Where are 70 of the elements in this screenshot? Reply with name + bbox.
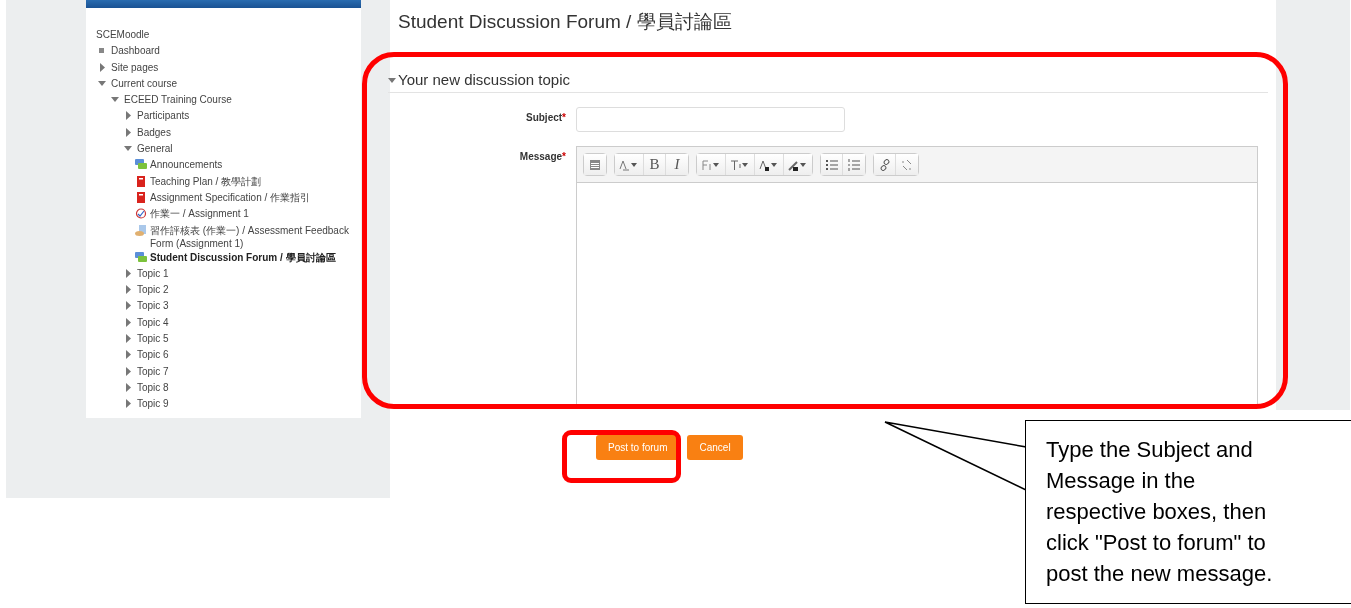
collapsed-caret-icon[interactable] [124,285,132,295]
nav-item[interactable]: Topic 1 [137,266,169,281]
collapsed-caret-icon[interactable] [124,127,132,137]
font-size-dropdown[interactable] [726,154,755,175]
nav-item[interactable]: Site pages [111,60,159,75]
nav-item[interactable]: Topic 5 [137,332,169,346]
assignment-icon [135,208,147,220]
nav-item[interactable]: Student Discussion Forum / 學員討論區 [150,250,336,265]
broken-link-icon [901,158,913,171]
message-editor[interactable]: B I [576,146,1258,406]
toolbar-toggle-button[interactable] [584,154,606,175]
link-icon [878,158,891,171]
collapsed-caret-icon[interactable] [124,350,132,360]
nav-item[interactable]: Topic 7 [137,364,169,379]
highlight-dropdown[interactable] [784,154,812,175]
nav-item[interactable]: Topic 3 [137,299,169,313]
collapsed-caret-icon[interactable] [124,268,132,278]
subject-field[interactable] [576,107,845,132]
link-button[interactable] [874,154,896,175]
highlighter-icon [788,158,808,171]
expanded-caret-icon[interactable] [98,78,106,88]
collapsed-caret-icon[interactable] [124,334,132,344]
nav-item[interactable]: Current course [111,76,178,91]
text-colour-dropdown[interactable] [755,154,784,175]
section-header[interactable]: Your new discussion topic [388,71,1268,93]
nav-item[interactable]: Topic 8 [137,380,169,395]
nav-item[interactable]: Topic 6 [137,348,169,362]
nav-item[interactable]: ECEED Training Course [124,93,232,107]
collapsed-caret-icon[interactable] [124,382,132,392]
text-size-icon [730,158,750,171]
chat-bubbles-icon [135,159,147,171]
font-icon [701,158,721,171]
nav-item[interactable]: 習作評核表 (作業一) / Assessment Feedback Form (Assignment 1) [150,223,350,251]
document-icon [135,191,147,203]
nav-item[interactable]: General [137,142,173,156]
document-icon [135,175,147,187]
collapsed-caret-icon[interactable] [98,62,106,72]
nav-item[interactable]: SCEMoodle [96,28,150,42]
bullet-list-icon [825,158,838,171]
page-title: Student Discussion Forum / 學員討論區 [398,10,733,34]
keyboard-icon [589,158,601,171]
nav-item[interactable]: Teaching Plan / 教學計劃 [150,174,262,189]
nav-item[interactable]: Dashboard [111,44,160,58]
text-colour-icon [759,158,779,171]
numbered-list-icon [848,158,860,171]
italic-button[interactable]: I [666,154,688,175]
text-style-icon [619,158,639,171]
nav-item[interactable]: Topic 9 [137,397,169,411]
nav-item[interactable]: Assignment Specification / 作業指引 [150,190,311,205]
style-dropdown[interactable] [615,154,644,175]
bullet-icon [99,48,104,54]
collapsed-caret-icon[interactable] [124,366,132,376]
callout-text: Type the Subject and Message in the respective boxes, then click "Post to forum" to post the new message. [1025,420,1351,604]
collapsed-caret-icon[interactable] [124,301,132,311]
nav-item[interactable]: Announcements [150,158,223,172]
nav-item[interactable]: Participants [137,109,190,123]
font-dropdown[interactable] [697,154,726,175]
collapsed-caret-icon[interactable] [124,111,132,121]
collapsed-caret-icon[interactable] [124,317,132,327]
field-label: Subject* [524,111,567,125]
bold-button[interactable]: B [644,154,666,175]
nav-item[interactable]: Badges [137,125,171,140]
nav-item[interactable]: 作業一 / Assignment 1 [150,207,249,221]
nav-item[interactable]: Topic 2 [137,283,169,297]
bullet-list-button[interactable] [821,154,843,175]
collapsed-caret-icon[interactable] [124,399,132,409]
chat-bubbles-icon [135,251,147,263]
field-label: Message* [518,150,567,164]
nav-item[interactable]: Topic 4 [137,315,169,330]
section-title: Your new discussion topic [398,71,571,88]
